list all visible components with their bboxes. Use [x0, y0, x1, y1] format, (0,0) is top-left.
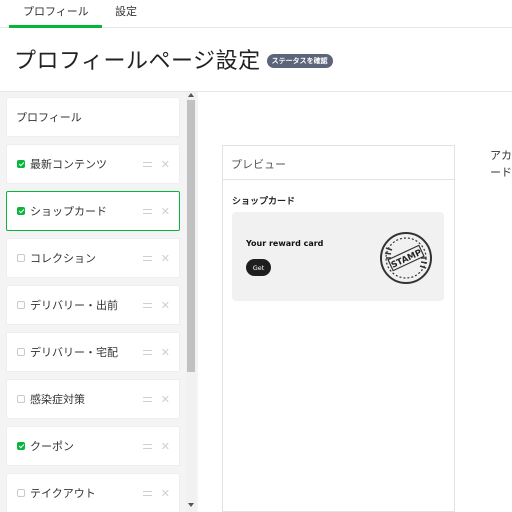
sidebar-item-coupon[interactable]: クーポン ✕ — [6, 426, 180, 466]
sidebar-item-label: デリバリー・出前 — [30, 299, 118, 312]
right-text-line-1: アカ — [490, 149, 512, 162]
sidebar-item-takeout[interactable]: テイクアウト ✕ — [6, 473, 180, 512]
sidebar-item-latest-content[interactable]: 最新コンテンツ ✕ — [6, 144, 180, 184]
item-controls: ✕ — [142, 474, 170, 512]
checkbox[interactable] — [17, 254, 25, 262]
scroll-down-arrow-icon[interactable] — [188, 503, 194, 507]
right-panel-text: アカ ード — [490, 147, 512, 181]
sidebar-item-infection-control[interactable]: 感染症対策 ✕ — [6, 379, 180, 419]
tab-profile[interactable]: プロフィール — [23, 3, 89, 19]
close-icon[interactable]: ✕ — [161, 300, 170, 311]
close-icon[interactable]: ✕ — [161, 488, 170, 499]
close-icon[interactable]: ✕ — [161, 347, 170, 358]
scroll-up-arrow-icon[interactable] — [188, 93, 194, 97]
drag-handle-icon[interactable] — [142, 255, 152, 261]
preview-panel: プレビュー ショップカード Your reward card Get STAMP — [222, 145, 455, 512]
item-controls: ✕ — [142, 145, 170, 183]
sidebar-item-label: ショップカード — [30, 205, 107, 218]
checkbox[interactable] — [17, 442, 25, 450]
item-controls: ✕ — [142, 192, 170, 230]
drag-handle-icon[interactable] — [142, 302, 152, 308]
item-controls: ✕ — [142, 427, 170, 465]
checkbox[interactable] — [17, 207, 25, 215]
sidebar-item-label: デリバリー・宅配 — [30, 346, 118, 359]
close-icon[interactable]: ✕ — [161, 159, 170, 170]
sidebar-item-label: 最新コンテンツ — [30, 158, 107, 171]
drag-handle-icon[interactable] — [142, 208, 152, 214]
close-icon[interactable]: ✕ — [161, 206, 170, 217]
preview-section-title: ショップカード — [232, 197, 296, 207]
sidebar-item-label: プロフィール — [16, 111, 82, 124]
item-controls: ✕ — [142, 286, 170, 324]
reward-card-title: Your reward card — [246, 239, 324, 248]
checkbox[interactable] — [17, 160, 25, 168]
sidebar-item-label: クーポン — [30, 440, 74, 453]
drag-handle-icon[interactable] — [142, 396, 152, 402]
item-controls: ✕ — [142, 239, 170, 277]
drag-handle-icon[interactable] — [142, 490, 152, 496]
drag-handle-icon[interactable] — [142, 161, 152, 167]
page-title: プロフィールページ設定 — [14, 49, 261, 74]
get-button[interactable]: Get — [246, 259, 271, 276]
drag-handle-icon[interactable] — [142, 443, 152, 449]
checkbox[interactable] — [17, 395, 25, 403]
title-row: プロフィールページ設定 ステータスを確認 — [14, 42, 333, 76]
sidebar-item-label: テイクアウト — [30, 487, 96, 500]
sidebar-item-label: コレクション — [30, 252, 96, 265]
top-tabs: プロフィール 設定 — [0, 0, 512, 28]
checkbox[interactable] — [17, 301, 25, 309]
item-controls: ✕ — [142, 380, 170, 418]
sidebar: プロフィール 最新コンテンツ ✕ ショップカード ✕ コレクション ✕ デリバリ… — [0, 92, 198, 512]
close-icon[interactable]: ✕ — [161, 394, 170, 405]
active-tab-indicator — [9, 25, 102, 28]
sidebar-item-profile[interactable]: プロフィール — [6, 97, 180, 137]
close-icon[interactable]: ✕ — [161, 253, 170, 264]
right-text-line-2: ード — [490, 166, 512, 179]
drag-handle-icon[interactable] — [142, 349, 152, 355]
sidebar-item-delivery-takuhai[interactable]: デリバリー・宅配 ✕ — [6, 332, 180, 372]
status-badge[interactable]: ステータスを確認 — [266, 54, 333, 68]
reward-card: Your reward card Get STAMP — [232, 212, 444, 301]
checkbox[interactable] — [17, 348, 25, 356]
sidebar-item-collection[interactable]: コレクション ✕ — [6, 238, 180, 278]
sidebar-item-label: 感染症対策 — [30, 393, 85, 406]
tab-settings[interactable]: 設定 — [115, 3, 137, 19]
stamp-icon: STAMP — [380, 232, 432, 284]
scrollbar-thumb[interactable] — [187, 100, 195, 372]
preview-title: プレビュー — [223, 146, 454, 180]
close-icon[interactable]: ✕ — [161, 441, 170, 452]
sidebar-item-shop-card[interactable]: ショップカード ✕ — [6, 191, 180, 231]
sidebar-item-delivery-demae[interactable]: デリバリー・出前 ✕ — [6, 285, 180, 325]
checkbox[interactable] — [17, 489, 25, 497]
item-controls: ✕ — [142, 333, 170, 371]
